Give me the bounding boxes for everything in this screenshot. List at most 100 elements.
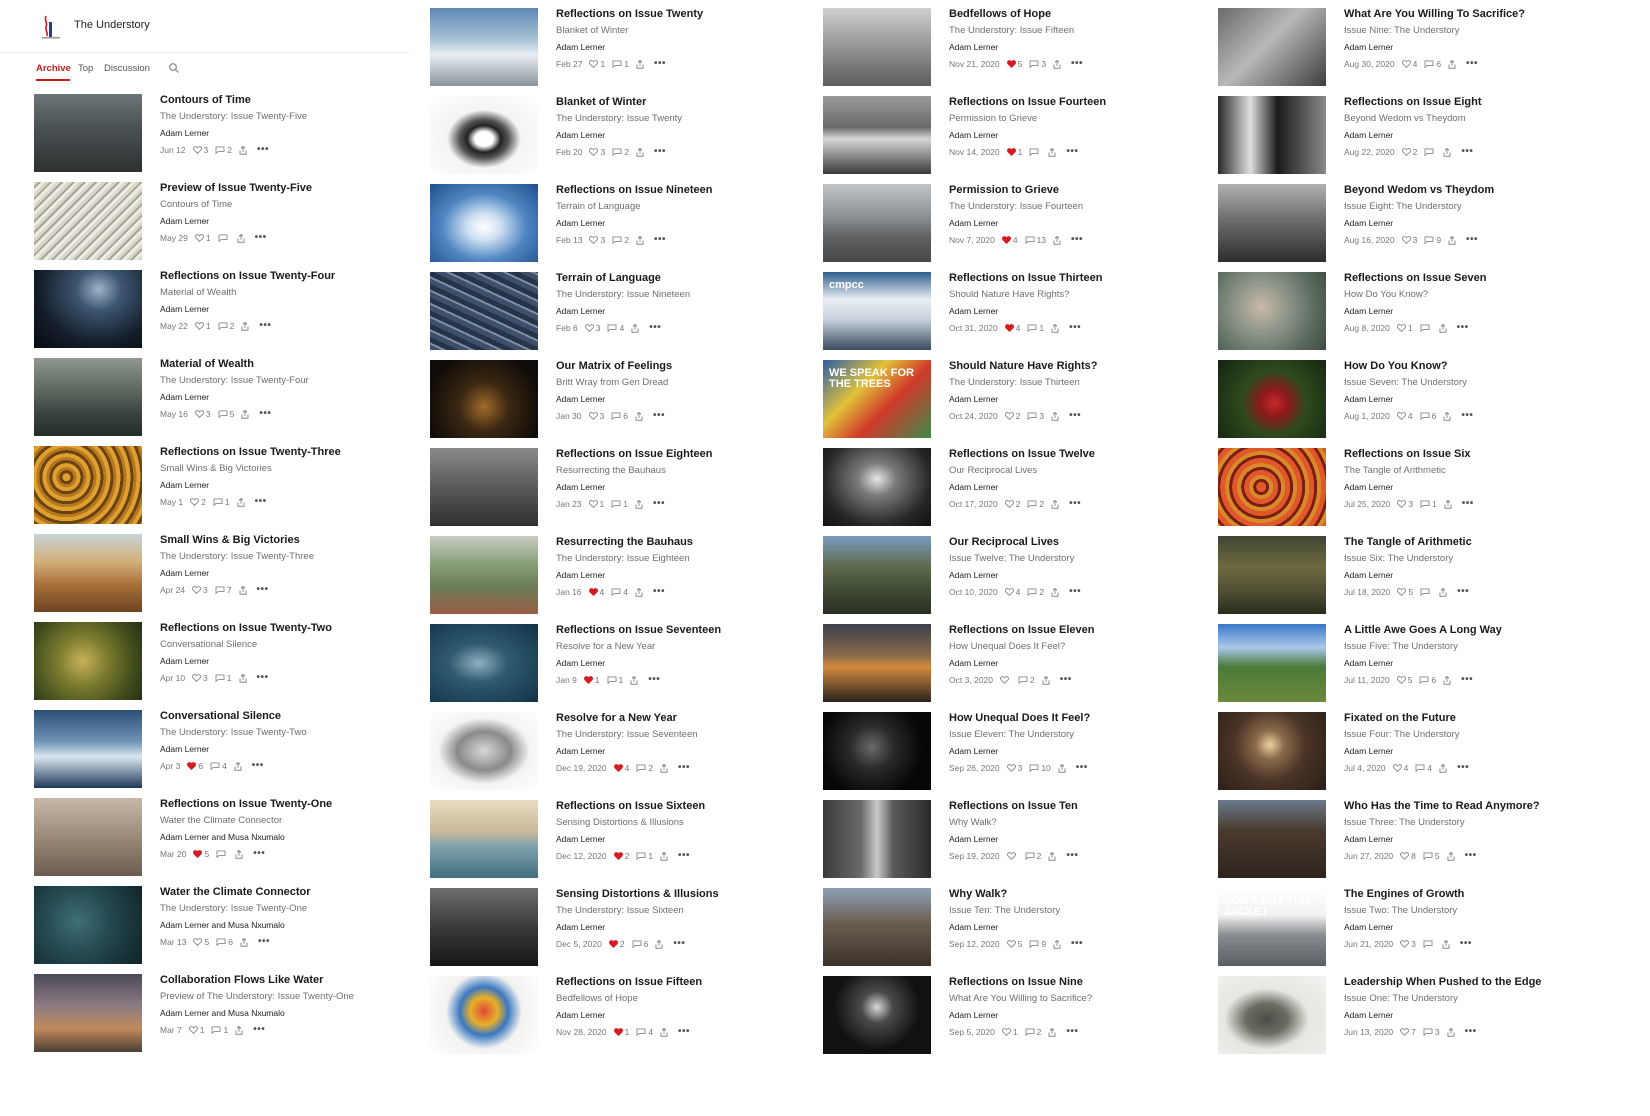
post-thumbnail[interactable] bbox=[1218, 272, 1326, 350]
comment-button[interactable]: 1 bbox=[607, 675, 623, 685]
share-icon[interactable] bbox=[660, 851, 668, 861]
post-author[interactable]: Adam Lerner and Musa Nxumalo bbox=[160, 832, 285, 842]
post-card[interactable]: Reflections on Issue Eleven How Unequal D… bbox=[823, 624, 1223, 704]
post-author[interactable]: Adam Lerner bbox=[556, 658, 605, 668]
comment-button[interactable]: 6 bbox=[1419, 675, 1436, 685]
share-icon[interactable] bbox=[1439, 323, 1447, 333]
share-icon[interactable] bbox=[1051, 411, 1059, 421]
like-button[interactable]: 4 bbox=[1401, 59, 1417, 69]
post-card[interactable]: Resurrecting the Bauhaus The Understory: … bbox=[430, 536, 830, 616]
like-button[interactable]: 1 bbox=[1001, 1027, 1018, 1037]
post-thumbnail[interactable] bbox=[1218, 712, 1326, 790]
post-thumbnail[interactable] bbox=[430, 976, 538, 1054]
post-author[interactable]: Adam Lerner bbox=[949, 42, 998, 52]
post-title[interactable]: Resolve for a New Year bbox=[556, 712, 677, 724]
post-author[interactable]: Adam Lerner bbox=[556, 42, 605, 52]
post-card[interactable]: Reflections on Issue Twenty Blanket of Wi… bbox=[430, 8, 830, 88]
post-title[interactable]: Reflections on Issue Sixteen bbox=[556, 800, 705, 812]
post-author[interactable]: Adam Lerner bbox=[556, 570, 605, 580]
post-thumbnail[interactable] bbox=[430, 272, 538, 350]
share-icon[interactable] bbox=[1042, 675, 1050, 685]
post-thumbnail[interactable] bbox=[823, 536, 931, 614]
comment-button[interactable] bbox=[1420, 588, 1432, 596]
post-thumbnail[interactable] bbox=[1218, 96, 1326, 174]
share-icon[interactable] bbox=[1051, 499, 1059, 509]
share-icon[interactable] bbox=[239, 145, 247, 155]
like-button[interactable]: 3 bbox=[584, 323, 600, 333]
like-button[interactable]: 1 bbox=[589, 59, 605, 69]
post-author[interactable]: Adam Lerner bbox=[160, 304, 209, 314]
post-thumbnail[interactable] bbox=[430, 184, 538, 262]
more-options-icon[interactable]: ••• bbox=[258, 937, 270, 947]
post-card[interactable]: Reflections on Issue Eight Beyond Wedom v… bbox=[1218, 96, 1618, 176]
share-icon[interactable] bbox=[240, 937, 248, 947]
share-icon[interactable] bbox=[630, 675, 638, 685]
post-title[interactable]: Why Walk? bbox=[949, 888, 1007, 900]
more-options-icon[interactable]: ••• bbox=[654, 235, 666, 245]
post-thumbnail[interactable]: DON'T BUY THIS JACKET bbox=[1218, 888, 1326, 966]
comment-button[interactable]: 2 bbox=[612, 235, 629, 245]
post-thumbnail[interactable] bbox=[34, 534, 142, 612]
comment-button[interactable] bbox=[1420, 324, 1432, 332]
post-title[interactable]: Leadership When Pushed to the Edge bbox=[1344, 976, 1541, 988]
comment-button[interactable]: 4 bbox=[636, 1027, 653, 1037]
comment-button[interactable]: 1 bbox=[215, 673, 232, 683]
post-title[interactable]: Reflections on Issue Nine bbox=[949, 976, 1083, 988]
share-icon[interactable] bbox=[655, 939, 663, 949]
more-options-icon[interactable]: ••• bbox=[1066, 1027, 1078, 1037]
share-icon[interactable] bbox=[1053, 939, 1061, 949]
post-title[interactable]: Beyond Wedom vs Theydom bbox=[1344, 184, 1494, 196]
post-thumbnail[interactable] bbox=[1218, 536, 1326, 614]
post-author[interactable]: Adam Lerner bbox=[949, 658, 998, 668]
post-thumbnail[interactable] bbox=[430, 712, 538, 790]
like-button[interactable]: 1 bbox=[1396, 323, 1413, 333]
comment-button[interactable]: 5 bbox=[218, 409, 234, 419]
comment-button[interactable]: 1 bbox=[213, 497, 230, 507]
post-card[interactable]: Beyond Wedom vs Theydom Issue Eight: The … bbox=[1218, 184, 1618, 264]
more-options-icon[interactable]: ••• bbox=[1069, 587, 1081, 597]
post-thumbnail[interactable] bbox=[823, 888, 931, 966]
post-author[interactable]: Adam Lerner bbox=[949, 130, 998, 140]
post-title[interactable]: Reflections on Issue Twenty-One bbox=[160, 798, 332, 810]
post-title[interactable]: How Unequal Does It Feel? bbox=[949, 712, 1090, 724]
share-icon[interactable] bbox=[1051, 587, 1059, 597]
comment-button[interactable]: 10 bbox=[1029, 763, 1051, 773]
like-button[interactable]: 3 bbox=[192, 673, 208, 683]
post-card[interactable]: Terrain of Language The Understory: Issue… bbox=[430, 272, 830, 352]
like-button[interactable]: 4 bbox=[1004, 587, 1020, 597]
post-title[interactable]: Reflections on Issue Six bbox=[1344, 448, 1471, 460]
more-options-icon[interactable]: ••• bbox=[1071, 939, 1083, 949]
post-author[interactable]: Adam Lerner bbox=[1344, 658, 1393, 668]
more-options-icon[interactable]: ••• bbox=[259, 409, 271, 419]
post-title[interactable]: Small Wins & Big Victories bbox=[160, 534, 300, 546]
post-title[interactable]: Our Reciprocal Lives bbox=[949, 536, 1059, 548]
post-author[interactable]: Adam Lerner bbox=[949, 306, 998, 316]
comment-button[interactable]: 9 bbox=[1029, 939, 1046, 949]
post-author[interactable]: Adam Lerner bbox=[1344, 218, 1393, 228]
post-thumbnail[interactable] bbox=[1218, 8, 1326, 86]
post-thumbnail[interactable] bbox=[34, 182, 142, 260]
post-author[interactable]: Adam Lerner bbox=[160, 480, 209, 490]
share-icon[interactable] bbox=[660, 1027, 668, 1037]
comment-button[interactable]: 4 bbox=[611, 587, 628, 597]
post-card[interactable]: The Tangle of Arithmetic Issue Six: The U… bbox=[1218, 536, 1618, 616]
post-title[interactable]: Reflections on Issue Eight bbox=[1344, 96, 1482, 108]
post-card[interactable]: Contours of Time The Understory: Issue Tw… bbox=[34, 94, 434, 174]
comment-button[interactable]: 6 bbox=[632, 939, 648, 949]
share-icon[interactable] bbox=[235, 849, 243, 859]
post-title[interactable]: The Engines of Growth bbox=[1344, 888, 1464, 900]
share-icon[interactable] bbox=[660, 763, 668, 773]
share-icon[interactable] bbox=[635, 411, 643, 421]
like-button[interactable]: 1 bbox=[194, 233, 211, 243]
more-options-icon[interactable]: ••• bbox=[1071, 59, 1083, 69]
more-options-icon[interactable]: ••• bbox=[257, 585, 269, 595]
share-icon[interactable] bbox=[1048, 851, 1056, 861]
like-button[interactable] bbox=[1000, 676, 1011, 684]
post-thumbnail[interactable] bbox=[823, 976, 931, 1054]
comment-button[interactable]: 6 bbox=[1424, 59, 1441, 69]
post-thumbnail[interactable] bbox=[430, 8, 538, 86]
post-author[interactable]: Adam Lerner bbox=[1344, 482, 1393, 492]
like-button[interactable]: 3 bbox=[192, 585, 208, 595]
share-icon[interactable] bbox=[239, 673, 247, 683]
share-icon[interactable] bbox=[1439, 587, 1447, 597]
